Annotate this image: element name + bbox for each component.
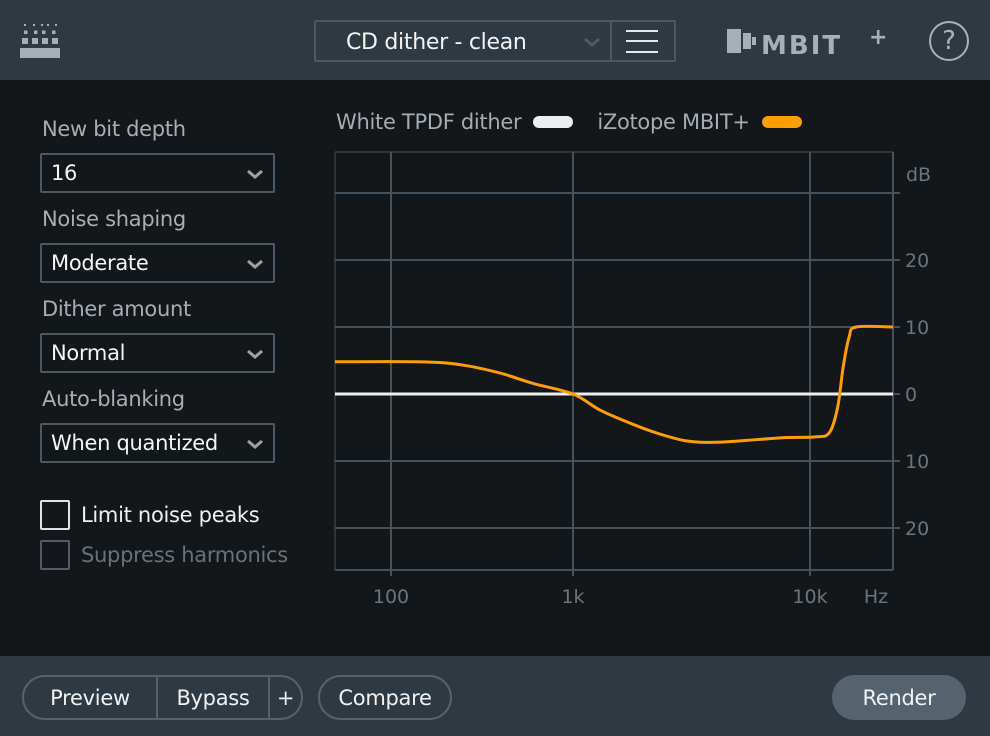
legend-swatch-tpdf [533, 116, 574, 128]
noise-shaping-dropdown[interactable]: Moderate [40, 243, 275, 283]
legend-swatch-mbit [761, 116, 802, 128]
noise-shaping-label: Noise shaping [42, 207, 186, 231]
preset-selector: CD dither - clean [314, 20, 676, 62]
bit-depth-value: 16 [51, 161, 78, 185]
preset-dropdown[interactable]: CD dither - clean [316, 22, 612, 60]
dither-amount-dropdown[interactable]: Normal [40, 333, 275, 373]
help-button[interactable]: ? [929, 21, 969, 61]
add-button[interactable]: + [268, 677, 301, 718]
preview-button[interactable]: Preview [24, 677, 156, 718]
dither-amount-value: Normal [51, 341, 126, 365]
render-button[interactable]: Render [832, 675, 966, 720]
header-bar: CD dither - clean MBIT + ? [0, 0, 990, 80]
checkbox-box [40, 540, 70, 570]
chevron-down-icon [247, 439, 263, 449]
auto-blanking-dropdown[interactable]: When quantized [40, 423, 275, 463]
svg-text:+: + [869, 28, 887, 50]
chevron-down-icon [584, 37, 600, 47]
noise-shaping-value: Moderate [51, 251, 149, 275]
auto-blanking-value: When quantized [51, 431, 218, 455]
bit-depth-dropdown[interactable]: 16 [40, 153, 275, 193]
suppress-harmonics-label: Suppress harmonics [81, 543, 288, 567]
preset-menu-button[interactable] [612, 22, 674, 60]
preview-bypass-group: Preview Bypass + [22, 675, 303, 720]
suppress-harmonics-checkbox: Suppress harmonics [40, 540, 288, 570]
chevron-down-icon [247, 169, 263, 179]
question-icon: ? [942, 26, 956, 56]
mbit-logo: MBIT + [727, 28, 887, 56]
bit-depth-label: New bit depth [42, 117, 186, 141]
hamburger-menu-icon [626, 30, 658, 32]
limit-noise-peaks-checkbox[interactable]: Limit noise peaks [40, 500, 260, 530]
compare-button[interactable]: Compare [318, 675, 452, 720]
checkbox-box[interactable] [40, 500, 70, 530]
dither-amount-label: Dither amount [42, 297, 191, 321]
legend-label-tpdf: White TPDF dither [336, 110, 522, 134]
auto-blanking-label: Auto-blanking [42, 387, 185, 411]
chart-legend: White TPDF dither iZotope MBIT+ [336, 110, 826, 134]
limit-noise-peaks-label: Limit noise peaks [81, 503, 260, 527]
legend-label-mbit: iZotope MBIT+ [597, 110, 750, 134]
svg-text:MBIT: MBIT [761, 31, 842, 56]
chevron-down-icon [247, 349, 263, 359]
bypass-button[interactable]: Bypass [156, 677, 268, 718]
chevron-down-icon [247, 259, 263, 269]
preset-value: CD dither - clean [346, 30, 527, 55]
dither-grid-icon [20, 24, 60, 58]
